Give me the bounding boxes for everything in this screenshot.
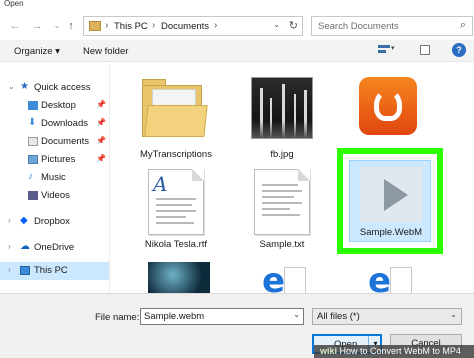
file-name: Sample.WebM <box>359 227 423 238</box>
sidebar-item-label: Documents <box>41 136 90 147</box>
watermark-text: How to Convert WebM to MP4 <box>339 346 461 356</box>
sidebar-item-label: OneDrive <box>34 242 75 253</box>
address-row: ← → ⌄ ↑ › This PC › Documents › ⌄ ↻ Sear… <box>0 10 474 40</box>
search-icon[interactable]: ⌕ <box>460 19 466 32</box>
chevron-right-icon[interactable]: › <box>8 216 11 225</box>
pin-icon[interactable]: 📌 <box>96 118 106 127</box>
file-name-field[interactable]: Sample.webm ⌄ <box>140 308 304 325</box>
file-name: Nikola Tesla.rtf <box>144 239 208 250</box>
file-name: MyTranscriptions <box>140 149 212 160</box>
file-item-html[interactable]: e <box>342 261 434 293</box>
file-name: fb.jpg <box>270 149 294 160</box>
file-name: Sample.txt <box>259 239 305 250</box>
download-icon: ⬇ <box>28 117 37 128</box>
file-type-value: All files (*) <box>317 311 360 322</box>
sidebar-item-downloads[interactable]: ⬇ Downloads 📌 <box>0 115 109 133</box>
image-thumbnail[interactable] <box>148 262 210 294</box>
sidebar-item-label: Quick access <box>34 82 91 93</box>
pin-icon[interactable]: 📌 <box>96 136 106 145</box>
chevron-right-icon[interactable]: › <box>8 242 11 251</box>
sidebar-item-quick-access[interactable]: ⌄ ★ Quick access <box>0 79 109 97</box>
command-bar: Organize ▾ New folder ▾ ? <box>0 40 474 62</box>
watermark-brand: wiki <box>320 346 338 356</box>
sidebar-item-label: Dropbox <box>34 216 70 227</box>
file-item-fb-jpg[interactable]: fb.jpg <box>236 69 328 169</box>
documents-icon <box>28 137 38 146</box>
dropbox-icon: ◆ <box>20 215 28 226</box>
sidebar-item-music[interactable]: ♪ Music <box>0 169 109 187</box>
chevron-down-icon[interactable]: ⌄ <box>293 310 300 319</box>
file-item-html[interactable]: e <box>236 261 328 293</box>
title-bar: Open <box>0 0 474 10</box>
edge-document-icon: e <box>368 261 412 293</box>
file-name-label: File name: <box>95 312 140 323</box>
forward-arrow-icon[interactable]: → <box>30 19 44 33</box>
pin-icon[interactable]: 📌 <box>96 154 106 163</box>
folder-icon <box>142 79 210 137</box>
recent-dropdown-icon[interactable]: ⌄ <box>50 19 64 33</box>
sidebar-item-dropbox[interactable]: › ◆ Dropbox <box>0 213 109 231</box>
watermark-banner: wiki How to Convert WebM to MP4 <box>314 345 474 358</box>
breadcrumb-this-pc[interactable]: This PC <box>114 21 148 32</box>
sidebar-item-this-pc[interactable]: › This PC <box>0 262 109 280</box>
address-bar[interactable]: › This PC › Documents › ⌄ ↻ <box>83 16 303 36</box>
up-arrow-icon[interactable]: ↑ <box>64 19 78 33</box>
desktop-icon <box>28 101 38 110</box>
music-icon: ♪ <box>28 171 33 182</box>
new-folder-button[interactable]: New folder <box>83 46 128 57</box>
folder-icon <box>89 21 101 31</box>
chevron-right-icon: › <box>105 20 109 31</box>
refresh-icon[interactable]: ↻ <box>289 19 298 32</box>
video-thumbnail <box>360 167 422 223</box>
star-icon: ★ <box>20 81 29 92</box>
window-title: Open <box>4 0 24 8</box>
onedrive-icon: ☁ <box>20 241 30 252</box>
rtf-document-icon: A <box>148 169 204 235</box>
back-arrow-icon[interactable]: ← <box>8 19 22 33</box>
pictures-icon <box>28 155 38 164</box>
search-placeholder: Search Documents <box>318 21 399 32</box>
organize-button[interactable]: Organize ▾ <box>14 46 60 57</box>
sidebar-item-label: Videos <box>41 190 70 201</box>
sidebar-item-label: Downloads <box>41 118 88 129</box>
sidebar-item-label: Pictures <box>41 154 76 165</box>
sidebar-item-label: Music <box>41 172 66 183</box>
videos-icon <box>28 191 38 200</box>
pc-icon <box>20 266 30 275</box>
navigation-pane: ⌄ ★ Quick access Desktop 📌 ⬇ Downloads 📌… <box>0 63 110 293</box>
chevron-down-icon[interactable]: ⌄ <box>450 310 457 319</box>
chevron-right-icon[interactable]: › <box>214 20 217 31</box>
search-box[interactable]: Search Documents ⌕ <box>311 16 473 36</box>
chevron-down-icon[interactable]: ⌄ <box>8 82 15 91</box>
help-icon[interactable]: ? <box>452 43 466 57</box>
sidebar-item-videos[interactable]: Videos <box>0 187 109 205</box>
play-icon <box>384 179 408 211</box>
sidebar-item-documents[interactable]: Documents 📌 <box>0 133 109 151</box>
file-item-sample-txt[interactable]: Sample.txt <box>236 163 328 263</box>
chevron-down-icon[interactable]: ⌄ <box>273 20 280 29</box>
pin-icon[interactable]: 📌 <box>96 100 106 109</box>
file-type-select[interactable]: All files (*) ⌄ <box>312 308 462 325</box>
uc-browser-icon <box>359 77 417 135</box>
sidebar-item-label: Desktop <box>41 100 76 111</box>
chevron-right-icon: › <box>152 20 156 31</box>
sidebar-item-onedrive[interactable]: › ☁ OneDrive <box>0 239 109 257</box>
sidebar-item-label: This PC <box>34 265 68 276</box>
sidebar-item-pictures[interactable]: Pictures 📌 <box>0 151 109 169</box>
chevron-right-icon[interactable]: › <box>8 265 11 274</box>
sidebar-item-desktop[interactable]: Desktop 📌 <box>0 97 109 115</box>
file-item-mytranscriptions[interactable]: MyTranscriptions <box>130 69 222 169</box>
file-name-value: Sample.webm <box>144 311 205 322</box>
image-thumbnail <box>251 77 313 139</box>
preview-pane-icon[interactable] <box>420 45 430 55</box>
selection-highlight: Sample.WebM <box>349 160 431 242</box>
edge-document-icon: e <box>262 261 306 293</box>
breadcrumb-documents[interactable]: Documents <box>161 21 209 32</box>
file-item-sample-webm[interactable]: Sample.WebM <box>337 148 443 254</box>
view-options-icon[interactable]: ▾ <box>378 45 396 56</box>
file-item-nikola-tesla-rtf[interactable]: A Nikola Tesla.rtf <box>130 163 222 263</box>
text-document-icon <box>254 169 310 235</box>
